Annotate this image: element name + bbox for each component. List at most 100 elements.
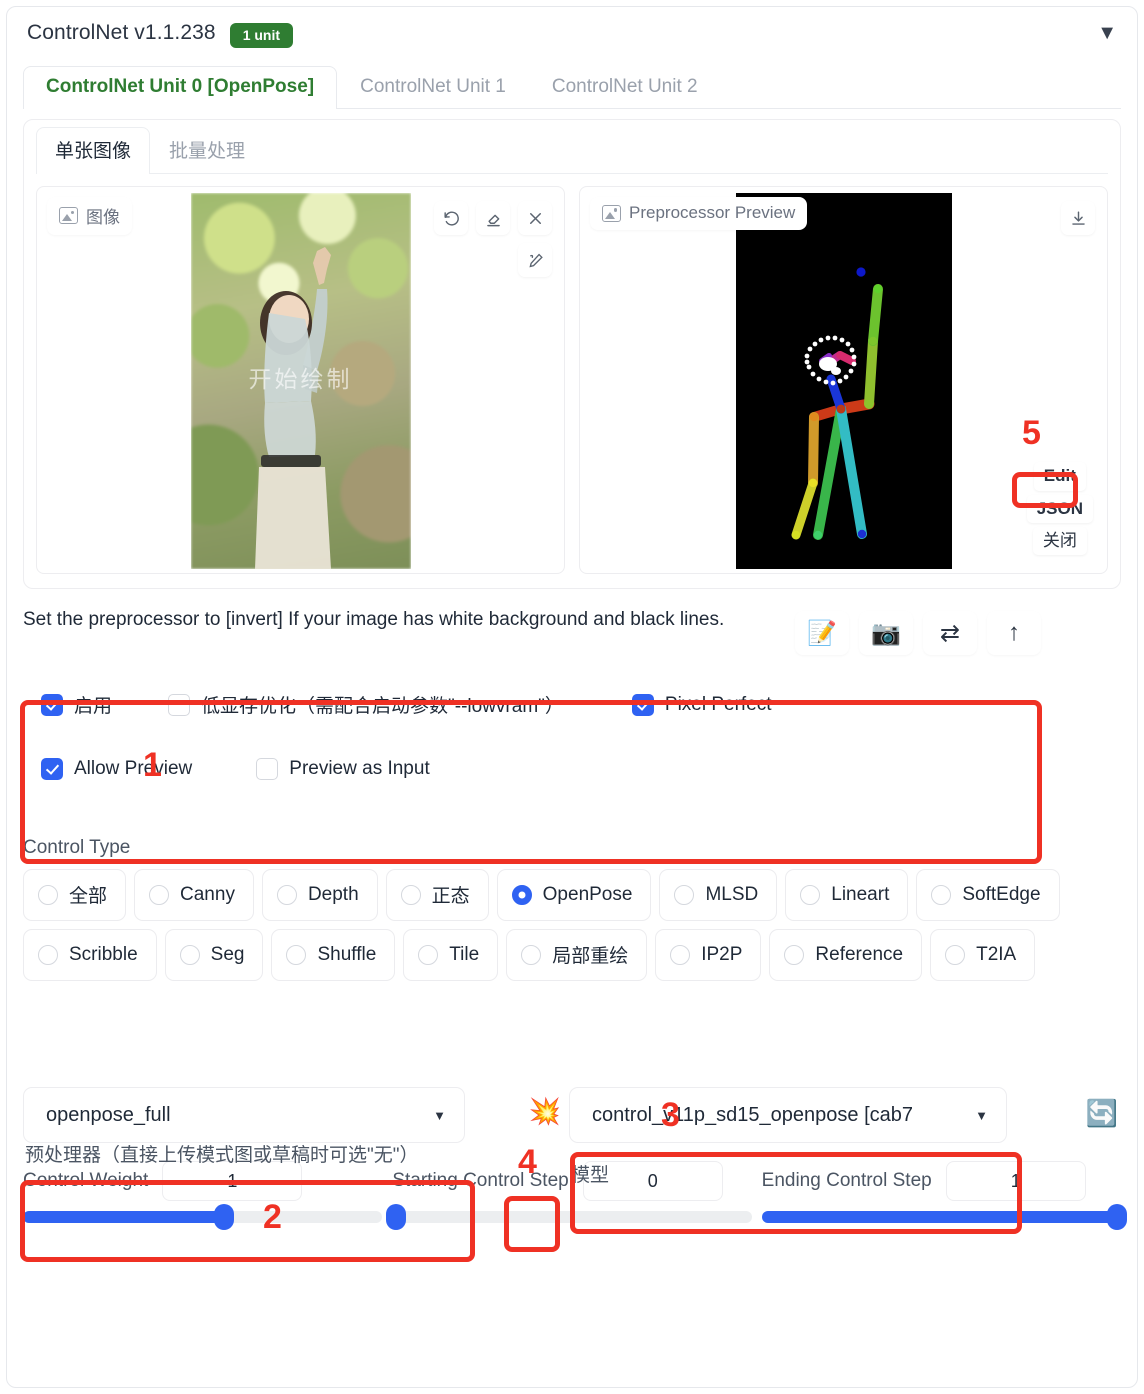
control-type-shuffle[interactable]: Shuffle	[271, 929, 396, 981]
radio-icon[interactable]	[179, 944, 200, 965]
control-weight-label: Control Weight	[23, 1170, 149, 1191]
checkbox-preview-as-input-box[interactable]	[256, 758, 279, 780]
memo-icon[interactable]: 📝	[795, 611, 849, 655]
control-type-all[interactable]: 全部	[23, 869, 127, 921]
checkbox-pixel-perfect-label: Pixel Perfect	[664, 693, 772, 715]
radio-icon[interactable]	[670, 944, 691, 965]
starting-control-step-track[interactable]	[385, 1204, 752, 1230]
radio-icon[interactable]	[418, 944, 439, 965]
radio-icon[interactable]	[784, 944, 805, 965]
tab-controlnet-unit-1[interactable]: ControlNet Unit 1	[337, 66, 529, 109]
caret-down-icon[interactable]: ▼	[1097, 23, 1117, 43]
tab-controlnet-unit-2[interactable]: ControlNet Unit 2	[529, 66, 721, 109]
radio-icon[interactable]	[149, 884, 170, 905]
control-weight-knob[interactable]	[214, 1204, 235, 1230]
ending-control-step-fill	[761, 1211, 1121, 1223]
ending-control-step-value[interactable]: 1	[945, 1161, 1086, 1201]
control-type-seg[interactable]: Seg	[164, 929, 264, 981]
control-type-reference[interactable]: Reference	[769, 929, 923, 981]
control-type-ip2p-label: IP2P	[701, 943, 743, 965]
control-type-openpose[interactable]: OpenPose	[496, 869, 652, 921]
radio-icon[interactable]	[521, 944, 542, 965]
starting-control-step-knob[interactable]	[385, 1204, 406, 1230]
radio-icon[interactable]	[276, 884, 297, 905]
control-type-scribble[interactable]: Scribble	[23, 929, 157, 981]
unit-count-badge: 1 unit	[229, 23, 294, 48]
eraser-icon[interactable]	[476, 201, 510, 235]
app-title: ControlNet v1.1.238	[27, 21, 216, 44]
checkbox-pixel-perfect-box[interactable]	[631, 693, 654, 716]
control-type-canny[interactable]: Canny	[134, 869, 254, 921]
ending-control-step-knob[interactable]	[1107, 1204, 1128, 1230]
checkbox-enable[interactable]: 启用	[41, 691, 112, 718]
chevron-down-icon[interactable]: ▼	[433, 1108, 446, 1123]
preprocessor-model-row: 预处理器（直接上传模式图或草稿时可选"无"） openpose_full ▼ 💥…	[23, 1003, 1129, 1186]
control-weight-track[interactable]	[23, 1204, 383, 1230]
unit-tab-bar: ControlNet Unit 0 [OpenPose] ControlNet …	[23, 65, 1121, 109]
explosion-icon[interactable]: 💥	[521, 1087, 569, 1135]
close-icon[interactable]	[518, 201, 552, 235]
tab-single-image[interactable]: 单张图像	[36, 127, 151, 174]
brush-icon[interactable]	[518, 243, 552, 277]
model-dropdown[interactable]: control_v11p_sd15_openpose [cab7 ▼	[569, 1087, 1007, 1143]
ending-control-step-track[interactable]	[761, 1204, 1128, 1230]
json-button[interactable]: JSON	[1026, 494, 1093, 523]
control-type-ip2p[interactable]: IP2P	[655, 929, 762, 981]
preview-side-buttons: Edit JSON 关闭	[1026, 462, 1093, 555]
control-type-all-label: 全部	[69, 886, 108, 907]
checkbox-allow-preview-box[interactable]	[41, 758, 63, 780]
control-type-softedge[interactable]: SoftEdge	[916, 869, 1060, 921]
undo-icon[interactable]	[434, 201, 468, 235]
control-type-tile-label: Tile	[449, 943, 480, 965]
model-label: 模型	[571, 1165, 610, 1186]
radio-icon[interactable]	[931, 884, 952, 905]
radio-icon[interactable]	[674, 884, 695, 905]
checkbox-lowvram[interactable]: 低显存优化（需配合启动参数"--lowvram"）	[168, 691, 564, 718]
close-preview-button[interactable]: 关闭	[1032, 526, 1087, 555]
control-type-depth[interactable]: Depth	[261, 869, 378, 921]
radio-icon[interactable]	[286, 944, 307, 965]
edit-button[interactable]: Edit	[1033, 462, 1086, 491]
tab-controlnet-unit-0[interactable]: ControlNet Unit 0 [OpenPose]	[23, 66, 338, 109]
refresh-icon[interactable]: 🔄	[1075, 1089, 1129, 1137]
radio-icon[interactable]	[511, 884, 532, 905]
control-type-options: 全部 Canny Depth 正态 OpenPose MLSD Lineart …	[23, 869, 1121, 981]
radio-icon[interactable]	[945, 944, 966, 965]
control-type-openpose-label: OpenPose	[542, 883, 633, 905]
control-type-label: Control Type	[23, 837, 131, 858]
download-icon[interactable]	[1061, 201, 1095, 235]
chevron-down-icon[interactable]: ▼	[975, 1108, 988, 1123]
control-type-reference-label: Reference	[815, 943, 904, 965]
image-icon	[59, 207, 78, 224]
swap-arrows-icon[interactable]: ⇄	[923, 611, 977, 655]
arrow-up-icon[interactable]: ↑	[987, 611, 1041, 655]
control-type-normal[interactable]: 正态	[385, 869, 489, 921]
radio-icon[interactable]	[38, 884, 58, 905]
input-image-panel[interactable]: 开始绘制 图像	[36, 186, 565, 574]
annotation-number-5: 5	[1022, 414, 1041, 452]
control-type-tile[interactable]: Tile	[403, 929, 499, 981]
control-weight-slider: Control Weight 1	[23, 1161, 383, 1230]
checkbox-enable-box[interactable]	[41, 693, 63, 716]
image-tool-buttons	[434, 201, 552, 235]
control-type-normal-label: 正态	[431, 886, 470, 907]
checkbox-preview-as-input[interactable]: Preview as Input	[256, 758, 430, 780]
radio-icon[interactable]	[800, 884, 821, 905]
checkbox-lowvram-box[interactable]	[168, 693, 191, 716]
control-type-inpaint[interactable]: 局部重绘	[506, 929, 648, 981]
preprocessor-preview-panel[interactable]: Preprocessor Preview Edit JSON 关闭	[579, 186, 1108, 574]
control-type-mlsd[interactable]: MLSD	[659, 869, 778, 921]
preview-tool-buttons	[1061, 201, 1095, 235]
input-photo: 开始绘制	[190, 193, 411, 569]
tab-batch-process[interactable]: 批量处理	[150, 127, 264, 174]
camera-icon[interactable]: 📷	[859, 611, 913, 655]
radio-icon[interactable]	[38, 944, 58, 965]
radio-icon[interactable]	[400, 884, 421, 905]
checkbox-allow-preview[interactable]: Allow Preview	[41, 758, 192, 780]
control-type-t2ia[interactable]: T2IA	[930, 929, 1036, 981]
checkbox-pixel-perfect[interactable]: Pixel Perfect	[631, 693, 772, 716]
preprocessor-hint-text: Set the preprocessor to [invert] If your…	[23, 609, 725, 630]
preprocessor-dropdown[interactable]: openpose_full ▼	[23, 1087, 465, 1143]
control-type-lineart[interactable]: Lineart	[785, 869, 909, 921]
image-panels-row: 开始绘制 图像 Preprocessor Preview Edit JSON 关…	[36, 186, 1108, 574]
